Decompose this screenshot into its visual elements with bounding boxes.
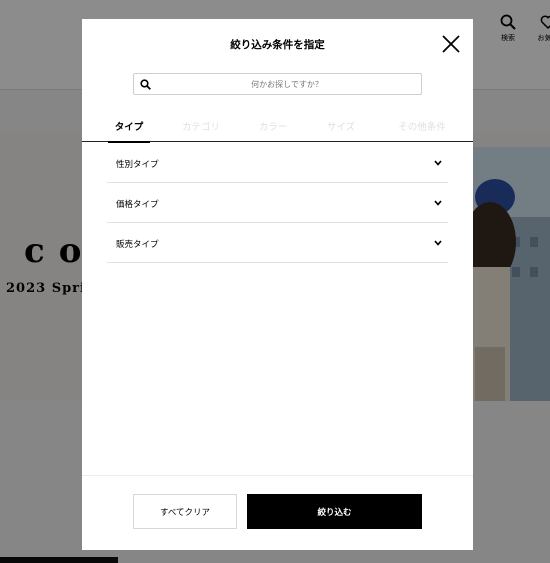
modal-footer: すべてクリア 絞り込む bbox=[82, 475, 473, 550]
filter-accordion: 性別タイプ 価格タイプ 販売タイプ bbox=[107, 143, 448, 263]
search-box[interactable] bbox=[133, 73, 422, 95]
tab-type-label: タイプ bbox=[114, 122, 144, 133]
search-input[interactable] bbox=[156, 74, 418, 94]
accordion-price-type[interactable]: 価格タイプ bbox=[107, 183, 448, 223]
accordion-sales-type[interactable]: 販売タイプ bbox=[107, 223, 448, 263]
accordion-label: 価格タイプ bbox=[116, 200, 159, 210]
tab-size-label: サイズ bbox=[326, 122, 356, 133]
tab-other-conditions-label: その他条件 bbox=[398, 122, 446, 133]
tab-color-label: カラー bbox=[258, 122, 288, 133]
search-icon bbox=[140, 79, 151, 90]
tab-color[interactable]: カラー bbox=[250, 119, 296, 141]
tab-size[interactable]: サイズ bbox=[318, 119, 364, 141]
filter-modal: 絞り込み条件を指定 タイプ カテゴリ カラー サイズ その他条件 bbox=[82, 19, 473, 550]
chevron-down-icon bbox=[434, 200, 442, 206]
modal-title: 絞り込み条件を指定 bbox=[230, 39, 325, 51]
chevron-down-icon bbox=[434, 240, 442, 246]
close-button[interactable] bbox=[440, 33, 462, 55]
filter-tabs: タイプ カテゴリ カラー サイズ その他条件 bbox=[82, 119, 473, 143]
accordion-label: 性別タイプ bbox=[116, 160, 159, 170]
clear-all-button[interactable]: すべてクリア bbox=[133, 494, 237, 529]
accordion-label: 販売タイプ bbox=[116, 240, 159, 250]
apply-filter-button[interactable]: 絞り込む bbox=[247, 494, 422, 529]
close-icon bbox=[442, 35, 460, 53]
tab-other-conditions[interactable]: その他条件 bbox=[387, 119, 457, 141]
tab-type[interactable]: タイプ bbox=[108, 119, 150, 143]
chevron-down-icon bbox=[434, 160, 442, 166]
accordion-gender-type[interactable]: 性別タイプ bbox=[107, 143, 448, 183]
tab-category-label: カテゴリ bbox=[181, 122, 220, 133]
tab-category[interactable]: カテゴリ bbox=[176, 119, 226, 141]
